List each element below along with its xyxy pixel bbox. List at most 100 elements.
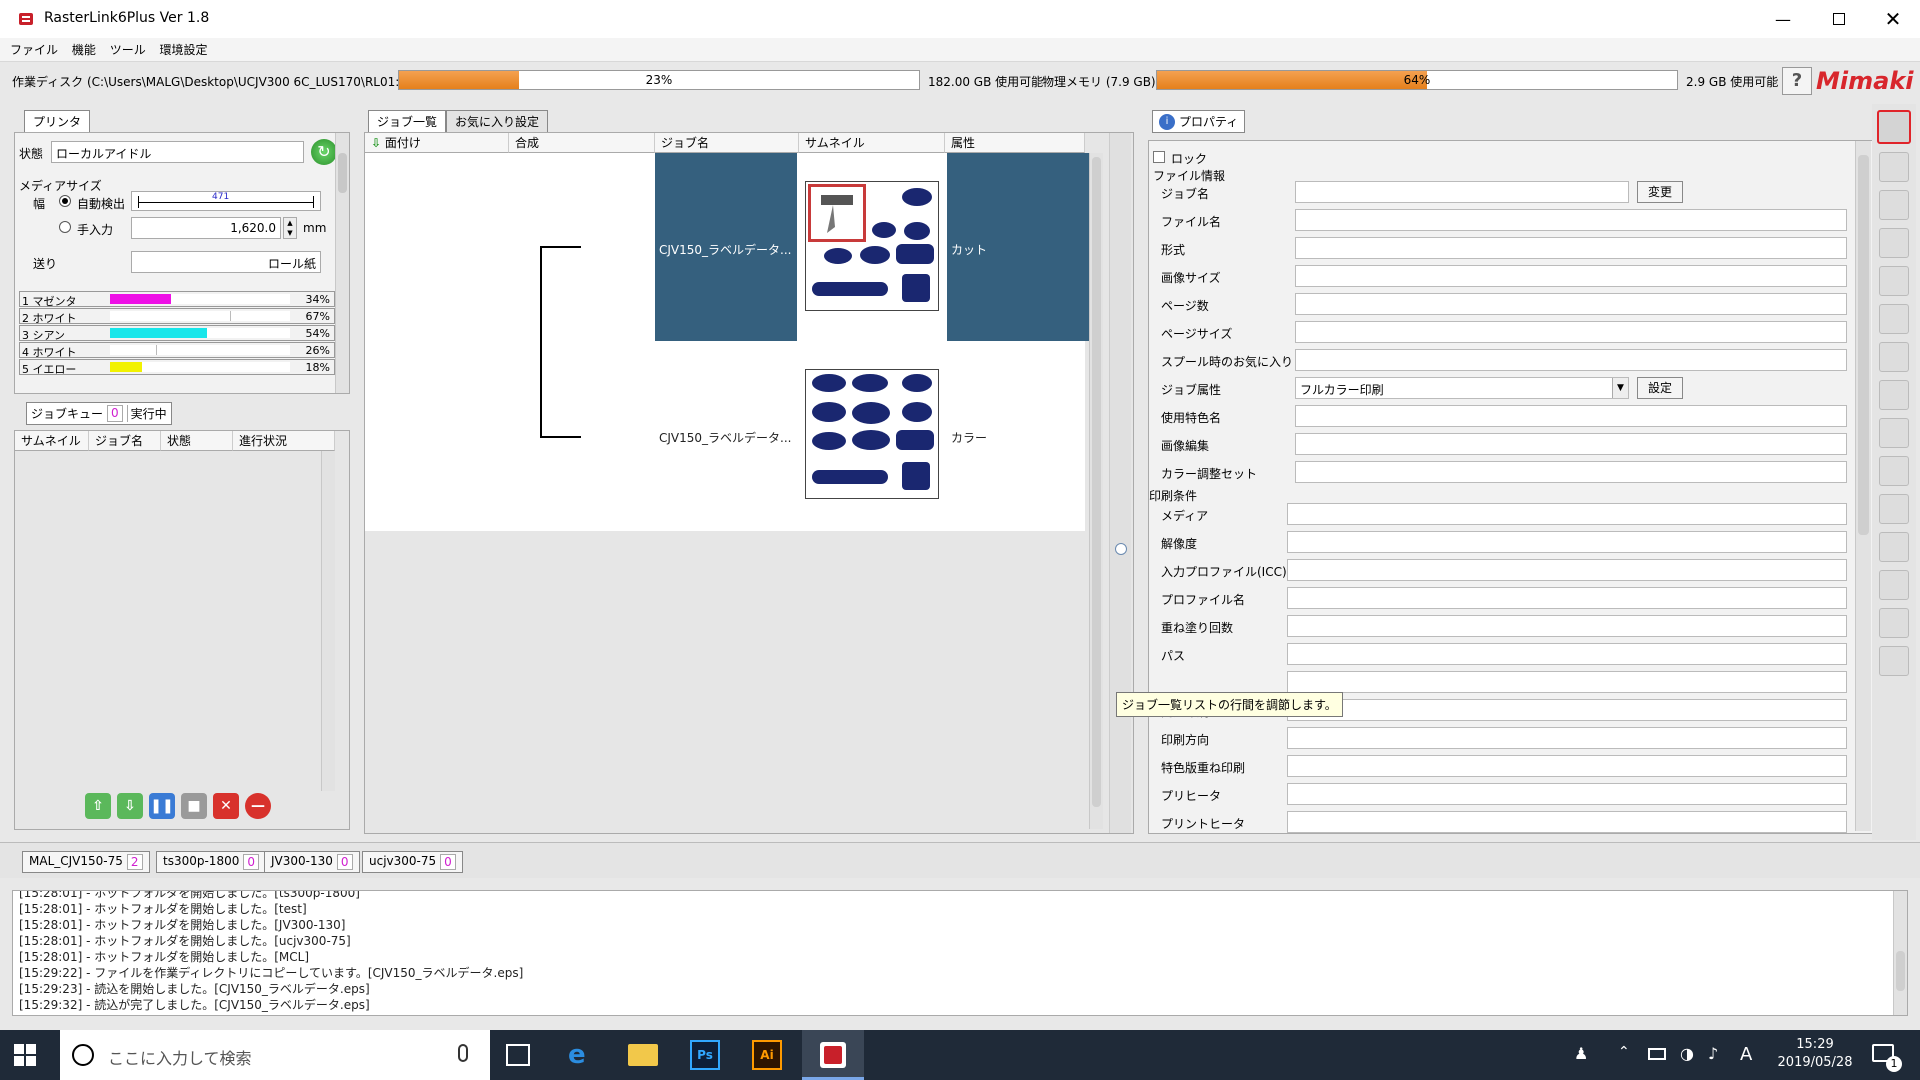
tool-icon-9[interactable]	[1879, 456, 1909, 486]
lock-checkbox[interactable]	[1153, 151, 1165, 163]
high-speed-field[interactable]	[1287, 699, 1847, 721]
col-composite[interactable]: 合成	[509, 133, 655, 153]
width-stepper[interactable]: ▲ ▼	[283, 217, 297, 239]
manual-input-radio[interactable]	[59, 221, 71, 233]
change-button[interactable]: 変更	[1637, 181, 1683, 203]
tab-job-queue[interactable]: ジョブキュー 0 実行中	[26, 402, 172, 425]
tab-job-list[interactable]: ジョブ一覧	[368, 110, 447, 133]
people-icon[interactable]: ♟	[1574, 1044, 1588, 1063]
printer-tab[interactable]: MAL_CJV150-75 2	[22, 851, 150, 873]
col-attribute[interactable]: 属性	[945, 133, 1085, 153]
spot-overprint-field[interactable]	[1287, 755, 1847, 777]
job-row[interactable]: CJV150_ラベルデータ... カラー	[655, 343, 1091, 531]
battery-icon[interactable]	[1648, 1048, 1666, 1060]
col-status[interactable]: 状態	[161, 431, 233, 451]
printer-tab[interactable]: ts300p-1800 0	[156, 851, 266, 873]
cancel-icon[interactable]: ✕	[213, 793, 239, 819]
stop-icon[interactable]: ■	[181, 793, 207, 819]
copy-icon[interactable]	[1879, 532, 1909, 562]
tool-icon-12[interactable]	[1879, 570, 1909, 600]
col-imposition[interactable]: ⇩ 面付け	[365, 133, 509, 153]
menu-function[interactable]: 機能	[72, 38, 96, 62]
help-icon[interactable]	[1879, 646, 1909, 676]
media-field[interactable]	[1287, 503, 1847, 525]
menu-tools[interactable]: ツール	[110, 38, 146, 62]
photoshop-icon[interactable]: Ps	[690, 1040, 720, 1070]
comment-icon[interactable]	[1877, 110, 1911, 144]
file-name-field[interactable]	[1295, 209, 1847, 231]
chevron-up-icon[interactable]: ⌃	[1618, 1044, 1630, 1060]
minimize-button[interactable]: —	[1756, 0, 1810, 38]
microphone-icon[interactable]	[458, 1044, 468, 1062]
move-up-icon[interactable]: ⇧	[85, 793, 111, 819]
tab-printer[interactable]: プリンタ	[24, 110, 91, 133]
pause-icon[interactable]: ❚❚	[149, 793, 175, 819]
tool-icon-7[interactable]	[1879, 380, 1909, 410]
delete-icon[interactable]: —	[245, 793, 271, 819]
settings-button[interactable]: 設定	[1637, 377, 1683, 399]
resolution-field[interactable]	[1287, 531, 1847, 553]
pass-field[interactable]	[1287, 643, 1847, 665]
tool-icon-3[interactable]	[1879, 228, 1909, 258]
close-button[interactable]: ✕	[1866, 0, 1920, 38]
color-adjust-field[interactable]	[1295, 461, 1847, 483]
pages-field[interactable]	[1295, 293, 1847, 315]
preheater-field[interactable]	[1287, 783, 1847, 805]
input-profile-field[interactable]	[1287, 559, 1847, 581]
task-view-icon[interactable]	[506, 1044, 530, 1066]
ime-indicator[interactable]: A	[1740, 1044, 1752, 1065]
maximize-button[interactable]	[1812, 0, 1866, 38]
move-down-icon[interactable]: ⇩	[117, 793, 143, 819]
illustrator-icon[interactable]: Ai	[752, 1040, 782, 1070]
tool-icon-1[interactable]	[1879, 152, 1909, 182]
tool-icon-5[interactable]	[1879, 304, 1909, 334]
spot-color-field[interactable]	[1295, 405, 1847, 427]
volume-icon[interactable]: ♪	[1708, 1044, 1718, 1063]
edge-icon[interactable]: e	[568, 1040, 586, 1070]
col-thumbnail[interactable]: サムネイル	[799, 133, 945, 153]
windows-start-icon[interactable]	[14, 1044, 36, 1066]
tool-icon-8[interactable]	[1879, 418, 1909, 448]
refresh-icon[interactable]: ↻	[311, 139, 337, 165]
spool-fav-field[interactable]	[1295, 349, 1847, 371]
job-name-field[interactable]	[1295, 181, 1629, 203]
menu-file[interactable]: ファイル	[10, 38, 58, 62]
job-list-scrollbar[interactable]	[1089, 153, 1103, 829]
col-job-name[interactable]: ジョブ名	[655, 133, 799, 153]
job-row-selected[interactable]: CJV150_ラベルデータ... カット	[655, 153, 1091, 341]
taskbar-search[interactable]: ここに入力して検索	[60, 1030, 490, 1080]
tool-icon-6[interactable]	[1879, 342, 1909, 372]
auto-detect-radio[interactable]	[59, 195, 71, 207]
tab-favorites[interactable]: お気に入り設定	[446, 110, 549, 133]
hidden-row-field[interactable]	[1287, 671, 1847, 693]
row-height-handle[interactable]	[1115, 543, 1127, 555]
help-button[interactable]: ?	[1782, 67, 1812, 95]
printheater-field[interactable]	[1287, 811, 1847, 833]
job-queue-scrollbar[interactable]	[321, 451, 335, 791]
job-attr-select[interactable]: フルカラー印刷 ▼	[1295, 377, 1629, 399]
format-field[interactable]	[1295, 237, 1847, 259]
col-thumbnail[interactable]: サムネイル	[15, 431, 89, 451]
tool-icon-2[interactable]	[1879, 190, 1909, 220]
printer-tab[interactable]: JV300-130 0	[264, 851, 360, 873]
target-icon[interactable]	[1879, 494, 1909, 524]
tool-icon-4[interactable]	[1879, 266, 1909, 296]
properties-scrollbar[interactable]	[1855, 141, 1871, 831]
printer-tab[interactable]: ucjv300-75 0	[362, 851, 463, 873]
col-job-name[interactable]: ジョブ名	[89, 431, 161, 451]
log-scrollbar[interactable]	[1893, 891, 1907, 1015]
network-icon[interactable]: ◑	[1680, 1044, 1694, 1063]
menu-settings[interactable]: 環境設定	[160, 38, 208, 62]
rasterlink-taskbar-button[interactable]	[802, 1030, 864, 1080]
print-dir-field[interactable]	[1287, 727, 1847, 749]
page-size-field[interactable]	[1295, 321, 1847, 343]
file-explorer-icon[interactable]	[628, 1044, 658, 1066]
clock[interactable]: 15:29 2019/05/28	[1770, 1036, 1860, 1072]
profile-name-field[interactable]	[1287, 587, 1847, 609]
overprint-field[interactable]	[1287, 615, 1847, 637]
printer-scrollbar[interactable]	[335, 133, 349, 393]
row-height-slider[interactable]	[1109, 133, 1131, 833]
image-edit-field[interactable]	[1295, 433, 1847, 455]
tab-properties[interactable]: i プロパティ	[1152, 110, 1246, 133]
trash-icon[interactable]	[1879, 608, 1909, 638]
